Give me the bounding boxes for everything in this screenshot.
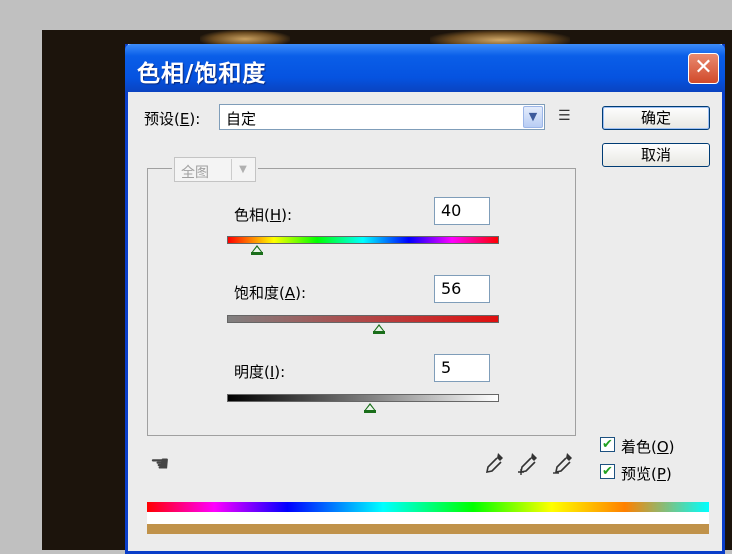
scope-dropdown-box: 全图 ▼ xyxy=(174,157,256,182)
colorize-label: 着色(O) xyxy=(621,438,675,456)
lightness-input[interactable]: 5 xyxy=(434,354,490,382)
cancel-button[interactable]: 取消 xyxy=(602,143,710,167)
preview-label: 预览(P) xyxy=(621,465,672,483)
close-icon: ✕ xyxy=(694,55,713,80)
hue-slider-track[interactable] xyxy=(227,236,499,244)
colorize-checkbox[interactable]: ✔ xyxy=(600,437,615,452)
color-bar-gap xyxy=(147,512,709,524)
preset-label: 预设(E): xyxy=(144,110,201,128)
title-bar[interactable]: 色相/饱和度 ✕ xyxy=(125,44,725,92)
output-color-bar xyxy=(147,524,709,534)
hand-tool-icon[interactable]: ☚ xyxy=(150,452,170,477)
preset-value: 自定 xyxy=(226,110,257,128)
lightness-label: 明度(I): xyxy=(234,363,286,381)
eyedropper-plus-icon[interactable] xyxy=(516,450,540,478)
hue-slider-thumb-base xyxy=(251,252,263,255)
ok-button[interactable]: 确定 xyxy=(602,106,710,130)
input-color-bar xyxy=(147,502,709,512)
list-menu-icon[interactable]: ☰ xyxy=(558,108,571,124)
chevron-down-icon: ▼ xyxy=(231,159,254,180)
saturation-slider-thumb-base xyxy=(373,331,385,334)
hue-input[interactable]: 40 xyxy=(434,197,490,225)
scope-dropdown[interactable]: 全图 ▼ xyxy=(172,156,258,184)
close-button[interactable]: ✕ xyxy=(688,53,719,84)
dialog-title: 色相/饱和度 xyxy=(137,61,267,87)
saturation-label: 饱和度(A): xyxy=(234,284,307,302)
chevron-down-icon[interactable]: ▼ xyxy=(523,106,543,128)
eyedropper-icon[interactable] xyxy=(482,450,506,478)
preview-checkbox[interactable]: ✔ xyxy=(600,464,615,479)
preset-dropdown[interactable]: 自定 ▼ xyxy=(219,104,545,130)
scope-value: 全图 xyxy=(181,165,209,181)
lightness-slider-thumb-base xyxy=(364,410,376,413)
hue-saturation-dialog: 色相/饱和度 ✕ 预设(E): 自定 ▼ ☰ 确定 取消 全图 ▼ 色相(H):… xyxy=(125,44,725,554)
saturation-input[interactable]: 56 xyxy=(434,275,490,303)
hue-label: 色相(H): xyxy=(234,206,293,224)
saturation-slider-track[interactable] xyxy=(227,315,499,323)
lightness-slider-track[interactable] xyxy=(227,394,499,402)
eyedropper-minus-icon[interactable] xyxy=(551,450,575,478)
